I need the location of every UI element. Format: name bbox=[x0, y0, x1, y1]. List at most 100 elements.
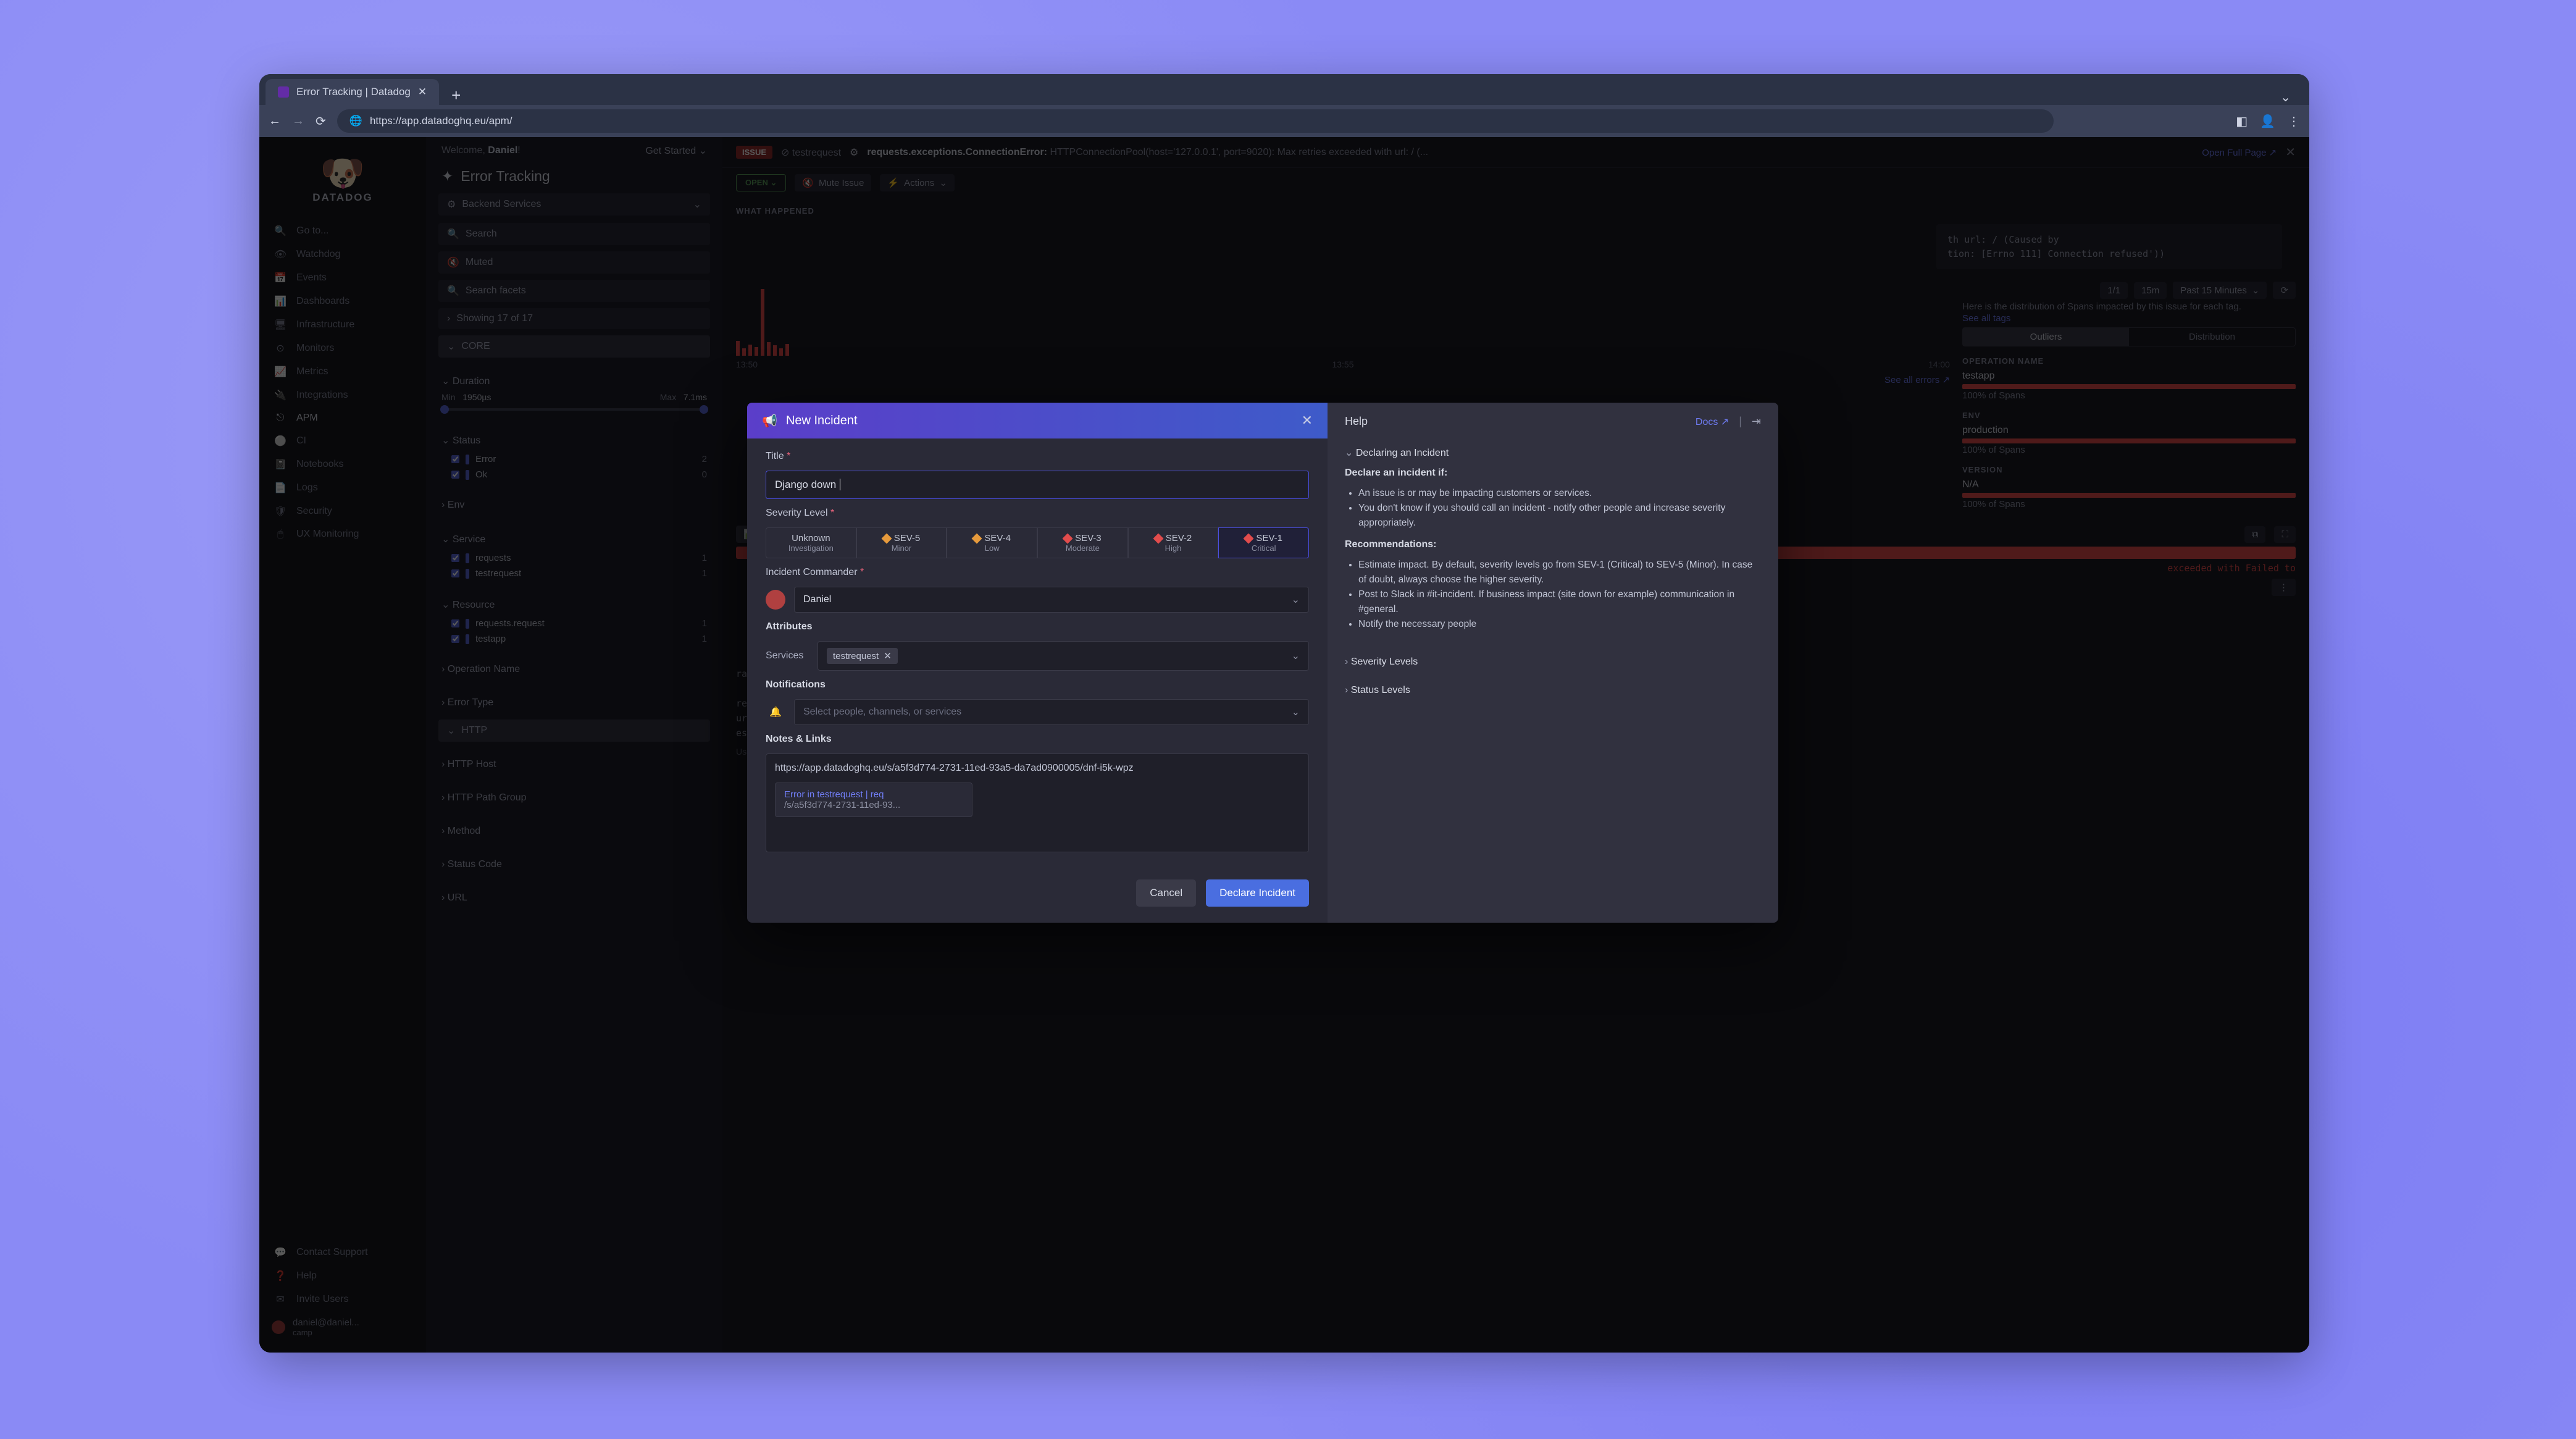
mute-issue-button[interactable]: 🔇 Mute Issue bbox=[795, 174, 871, 191]
incident-title-input[interactable]: Django down bbox=[766, 471, 1309, 499]
facet-errtype[interactable]: Error Type bbox=[441, 692, 707, 713]
commander-select[interactable]: Daniel⌄ bbox=[794, 587, 1309, 613]
link-preview-card[interactable]: Error in testrequest | req /s/a5f3d774-2… bbox=[775, 782, 972, 817]
severity-unknown[interactable]: UnknownInvestigation bbox=[766, 527, 856, 558]
tab-distribution[interactable]: Distribution bbox=[2129, 328, 2295, 346]
nav-help[interactable]: ❓Help bbox=[259, 1264, 426, 1288]
refresh-button[interactable]: ⟳ bbox=[2273, 282, 2296, 299]
backend-services-select[interactable]: ⚙ Backend Services⌄ bbox=[438, 193, 710, 216]
nav-item-security[interactable]: 🛡Security bbox=[259, 500, 426, 523]
profile-icon[interactable]: 👤 bbox=[2260, 114, 2275, 129]
facet-method[interactable]: Method bbox=[441, 821, 707, 842]
nav-item-integrations[interactable]: 🔌Integrations bbox=[259, 384, 426, 407]
search-facets-input[interactable]: 🔍 Search facets bbox=[438, 280, 710, 302]
close-panel-icon[interactable]: ✕ bbox=[2285, 145, 2296, 160]
error-track-icon: ✦ bbox=[441, 168, 453, 185]
copy-icon[interactable]: ⧉ bbox=[2244, 526, 2266, 543]
open-full-page-link[interactable]: Open Full Page ↗ bbox=[2202, 147, 2277, 158]
time-15m-button[interactable]: 15m bbox=[2134, 282, 2167, 299]
core-header[interactable]: ⌄ CORE bbox=[438, 335, 710, 358]
nav-item-dashboards[interactable]: 📊Dashboards bbox=[259, 290, 426, 313]
actions-button[interactable]: ⚡ Actions ⌄ bbox=[880, 174, 954, 191]
docs-link[interactable]: Docs ↗ bbox=[1696, 416, 1729, 428]
browser-tab[interactable]: Error Tracking | Datadog ✕ bbox=[266, 79, 439, 105]
nav-item-watchdog[interactable]: 👁Watchdog bbox=[259, 243, 426, 266]
nav-item-events[interactable]: 📅Events bbox=[259, 266, 426, 290]
declare-incident-button[interactable]: Declare Incident bbox=[1206, 879, 1309, 907]
forward-icon[interactable]: → bbox=[292, 114, 304, 128]
page-title: ✦ Error Tracking bbox=[426, 164, 722, 193]
facet-service[interactable]: Service bbox=[441, 528, 707, 550]
nav-contactsupport[interactable]: 💬Contact Support bbox=[259, 1241, 426, 1264]
tab-outliers[interactable]: Outliers bbox=[1963, 328, 2129, 346]
nav-item-uxmonitoring[interactable]: 🖱UX Monitoring bbox=[259, 523, 426, 545]
cancel-button[interactable]: Cancel bbox=[1136, 879, 1196, 907]
panel-icon[interactable]: ◧ bbox=[2236, 114, 2248, 129]
notes-label: Notes & Links bbox=[766, 734, 1309, 745]
nav-item-notebooks[interactable]: 📓Notebooks bbox=[259, 453, 426, 476]
back-icon[interactable]: ← bbox=[269, 114, 281, 128]
facet-httphost[interactable]: HTTP Host bbox=[441, 754, 707, 775]
facet-duration[interactable]: Duration bbox=[441, 370, 707, 392]
nav-inviteusers[interactable]: ✉Invite Users bbox=[259, 1288, 426, 1311]
issue-svc-chip: ⊘ testrequest bbox=[781, 146, 841, 159]
title-label: Title * bbox=[766, 451, 1309, 462]
trace-menu-icon[interactable]: ⋮ bbox=[2272, 579, 2296, 596]
severity-sev-3[interactable]: SEV-3Moderate bbox=[1037, 527, 1128, 558]
service-chip[interactable]: testrequest ✕ bbox=[827, 648, 898, 664]
facet-item[interactable]: testapp1 bbox=[441, 631, 707, 647]
menu-icon[interactable]: ⋮ bbox=[2288, 114, 2300, 129]
muted-toggle[interactable]: 🔇 Muted bbox=[438, 251, 710, 274]
nav-item-logs[interactable]: 📄Logs bbox=[259, 476, 426, 500]
brand-logo[interactable]: 🐶 DATADOG bbox=[259, 146, 426, 219]
expand-icon[interactable]: ⛶ bbox=[2274, 526, 2296, 543]
new-tab-button[interactable]: + bbox=[439, 86, 473, 105]
notifications-select[interactable]: Select people, channels, or services⌄ bbox=[794, 699, 1309, 725]
close-modal-icon[interactable]: ✕ bbox=[1302, 413, 1313, 429]
facet-item[interactable]: Error2 bbox=[441, 451, 707, 467]
severity-sev-4[interactable]: SEV-4Low bbox=[947, 527, 1037, 558]
help-section-severity[interactable]: Severity Levels bbox=[1345, 657, 1761, 668]
facet-item[interactable]: testrequest1 bbox=[441, 566, 707, 581]
facet-httppath[interactable]: HTTP Path Group bbox=[441, 787, 707, 808]
facet-opname[interactable]: Operation Name bbox=[441, 659, 707, 680]
facet-item[interactable]: Ok0 bbox=[441, 467, 707, 482]
services-select[interactable]: testrequest ✕ ⌄ bbox=[818, 641, 1309, 671]
nav-item-metrics[interactable]: 📈Metrics bbox=[259, 360, 426, 384]
help-section-declaring[interactable]: Declaring an Incident bbox=[1345, 447, 1761, 459]
severity-sev-5[interactable]: SEV-5Minor bbox=[856, 527, 947, 558]
facet-resource[interactable]: Resource bbox=[441, 594, 707, 616]
status-open-button[interactable]: OPEN ⌄ bbox=[736, 174, 786, 191]
nav-item-goto[interactable]: 🔍Go to... bbox=[259, 219, 426, 243]
facet-url[interactable]: URL bbox=[441, 887, 707, 908]
nav-item-apm[interactable]: ⎋APM bbox=[259, 407, 426, 429]
facet-item[interactable]: requests1 bbox=[441, 550, 707, 566]
help-section-status[interactable]: Status Levels bbox=[1345, 685, 1761, 696]
see-all-errors-link[interactable]: See all errors ↗ bbox=[736, 374, 1950, 385]
facet-env[interactable]: Env bbox=[441, 495, 707, 516]
facet-item[interactable]: requests.request1 bbox=[441, 616, 707, 631]
see-all-tags-link[interactable]: See all tags bbox=[1962, 313, 2296, 324]
new-incident-modal: 📢 New Incident ✕ Title * Django down Sev… bbox=[747, 403, 1778, 923]
nav-item-infrastructure[interactable]: 🖥Infrastructure bbox=[259, 313, 426, 337]
notes-textarea[interactable]: https://app.datadoghq.eu/s/a5f3d774-2731… bbox=[766, 753, 1309, 852]
collapse-help-icon[interactable]: ⇥ bbox=[1752, 415, 1761, 428]
time-range-select[interactable]: Past 15 Minutes ⌄ bbox=[2173, 282, 2267, 299]
facet-status[interactable]: Status bbox=[441, 429, 707, 451]
nav-item-ci[interactable]: ⚪CI bbox=[259, 429, 426, 453]
search-input[interactable]: 🔍 Search bbox=[438, 223, 710, 245]
nav-item-monitors[interactable]: ⊙Monitors bbox=[259, 337, 426, 360]
nav-icon: 👁 bbox=[274, 248, 286, 261]
nav-user[interactable]: daniel@daniel... camp bbox=[259, 1311, 426, 1343]
duration-slider[interactable] bbox=[441, 408, 707, 411]
close-tab-icon[interactable]: ✕ bbox=[418, 86, 427, 98]
tab-overflow-icon[interactable]: ⌄ bbox=[2280, 90, 2291, 105]
url-field[interactable]: 🌐 https://app.datadoghq.eu/apm/ bbox=[337, 109, 2054, 133]
get-started-link[interactable]: Get Started ⌄ bbox=[645, 145, 707, 157]
facet-statuscode[interactable]: Status Code bbox=[441, 854, 707, 875]
reload-icon[interactable]: ⟳ bbox=[316, 114, 326, 129]
severity-sev-1[interactable]: SEV-1Critical bbox=[1218, 527, 1309, 558]
severity-sev-2[interactable]: SEV-2High bbox=[1128, 527, 1219, 558]
http-header[interactable]: ⌄ HTTP bbox=[438, 720, 710, 742]
nav-icon: 📄 bbox=[274, 482, 286, 494]
